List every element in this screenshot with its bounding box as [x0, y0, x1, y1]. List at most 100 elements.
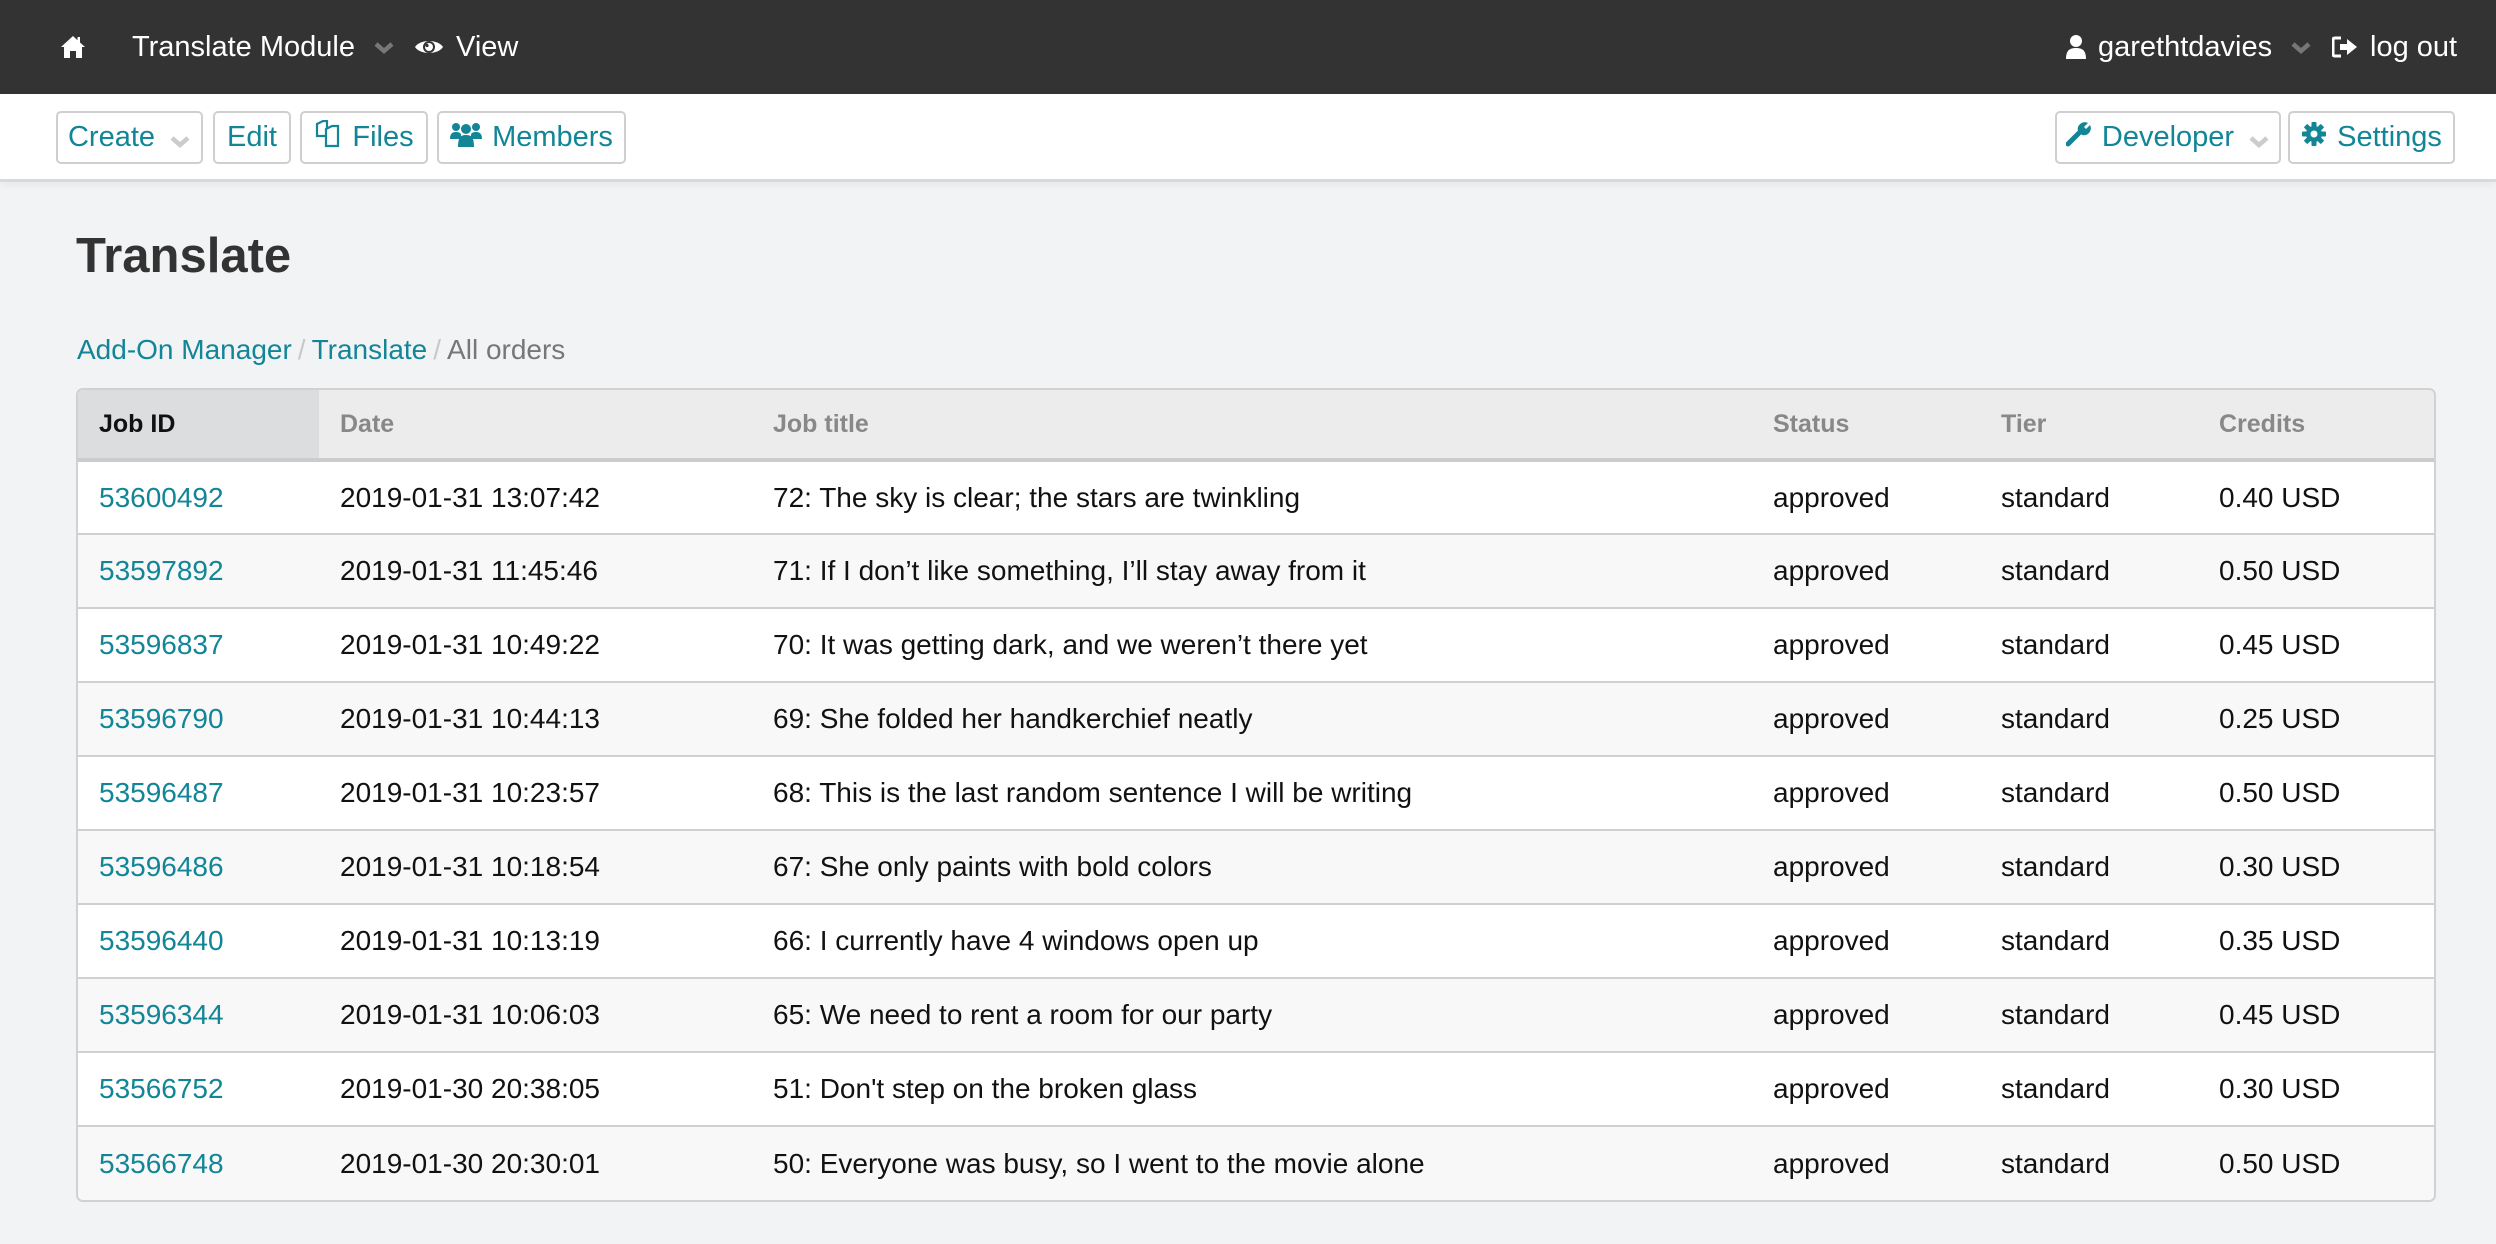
create-label: Create [67, 121, 156, 153]
credits-cell: 0.30 USD [2198, 830, 2434, 905]
job-title-cell: 71: If I don’t like something, I’ll stay… [752, 534, 1752, 609]
credits-cell: 0.45 USD [2198, 978, 2434, 1053]
table-row: 53596486 2019-01-31 10:18:54 67: She onl… [78, 830, 2434, 905]
home-button[interactable] [60, 0, 86, 94]
job-id-link[interactable]: 53566752 [99, 1073, 224, 1104]
sign-out-icon [2332, 36, 2358, 58]
breadcrumb-current: All orders [447, 334, 566, 365]
edit-label: Edit [227, 121, 277, 153]
username-label: garethtdavies [2098, 30, 2273, 63]
home-icon [60, 35, 86, 59]
job-id-cell: 53596344 [78, 978, 319, 1053]
table-row: 53596837 2019-01-31 10:49:22 70: It was … [78, 608, 2434, 683]
job-id-cell: 53600492 [78, 460, 319, 535]
members-button[interactable]: Members [437, 111, 626, 164]
column-header-date[interactable]: Date [319, 390, 752, 462]
job-id-link[interactable]: 53596344 [99, 999, 224, 1030]
edit-button[interactable]: Edit [213, 111, 291, 164]
column-header-credits[interactable]: Credits [2198, 390, 2434, 462]
tier-cell: standard [1980, 1052, 2198, 1127]
date-cell: 2019-01-30 20:38:05 [319, 1052, 752, 1127]
job-id-link[interactable]: 53596440 [99, 925, 224, 956]
table-row: 53596487 2019-01-31 10:23:57 68: This is… [78, 756, 2434, 831]
date-cell: 2019-01-31 13:07:42 [319, 460, 752, 535]
date-cell: 2019-01-31 10:06:03 [319, 978, 752, 1053]
job-title-cell: 70: It was getting dark, and we weren’t … [752, 608, 1752, 683]
chevron-down-icon [2248, 127, 2270, 149]
column-header-tier[interactable]: Tier [1980, 390, 2198, 462]
job-title-cell: 72: The sky is clear; the stars are twin… [752, 460, 1752, 535]
developer-label: Developer [2101, 121, 2235, 153]
column-header-job-title[interactable]: Job title [752, 390, 1752, 462]
status-cell: approved [1752, 608, 1980, 683]
files-label: Files [352, 121, 414, 153]
table-row: 53600492 2019-01-31 13:07:42 72: The sky… [78, 460, 2434, 535]
job-title-cell: 51: Don't step on the broken glass [752, 1052, 1752, 1127]
date-cell: 2019-01-31 10:49:22 [319, 608, 752, 683]
gear-icon [2301, 121, 2327, 155]
table-row: 53596790 2019-01-31 10:44:13 69: She fol… [78, 682, 2434, 757]
credits-cell: 0.40 USD [2198, 460, 2434, 535]
table-row: 53597892 2019-01-31 11:45:46 71: If I do… [78, 534, 2434, 609]
job-id-link[interactable]: 53600492 [99, 482, 224, 513]
job-id-link[interactable]: 53596486 [99, 851, 224, 882]
breadcrumb-addon-manager[interactable]: Add-On Manager [77, 334, 292, 365]
job-id-link[interactable]: 53566748 [99, 1148, 224, 1179]
tier-cell: standard [1980, 608, 2198, 683]
developer-button[interactable]: Developer [2055, 111, 2281, 164]
job-id-cell: 53596487 [78, 756, 319, 831]
user-menu[interactable]: garethtdavies [2066, 0, 2312, 94]
create-button[interactable]: Create [56, 111, 203, 164]
breadcrumb-translate[interactable]: Translate [312, 334, 428, 365]
tier-cell: standard [1980, 830, 2198, 905]
tier-cell: standard [1980, 534, 2198, 609]
module-menu[interactable]: Translate Module [132, 0, 395, 94]
date-cell: 2019-01-31 10:23:57 [319, 756, 752, 831]
job-id-cell: 53596486 [78, 830, 319, 905]
table-row: 53596344 2019-01-31 10:06:03 65: We need… [78, 978, 2434, 1053]
job-id-cell: 53596790 [78, 682, 319, 757]
job-title-cell: 68: This is the last random sentence I w… [752, 756, 1752, 831]
settings-button[interactable]: Settings [2288, 111, 2455, 164]
toolbar: Create Edit Files Members Developer Sett… [0, 94, 2496, 182]
module-menu-label: Translate Module [132, 30, 355, 63]
logout-label: log out [2370, 30, 2458, 63]
credits-cell: 0.25 USD [2198, 682, 2434, 757]
page-title: Translate [76, 229, 292, 283]
column-header-status[interactable]: Status [1752, 390, 1980, 462]
job-id-cell: 53566752 [78, 1052, 319, 1127]
files-button[interactable]: Files [300, 111, 428, 164]
job-id-link[interactable]: 53597892 [99, 555, 224, 586]
logout-link[interactable]: log out [2332, 0, 2457, 94]
credits-cell: 0.30 USD [2198, 1052, 2434, 1127]
chevron-down-icon [169, 127, 191, 149]
status-cell: approved [1752, 756, 1980, 831]
job-id-cell: 53596440 [78, 904, 319, 979]
top-navigation-bar: Translate Module View garethtdavies log … [0, 0, 2496, 94]
view-link[interactable]: View [414, 0, 518, 94]
credits-cell: 0.35 USD [2198, 904, 2434, 979]
job-id-cell: 53596837 [78, 608, 319, 683]
status-cell: approved [1752, 460, 1980, 535]
column-header-job-id[interactable]: Job ID [78, 390, 319, 462]
job-title-cell: 50: Everyone was busy, so I went to the … [752, 1126, 1752, 1200]
job-id-link[interactable]: 53596837 [99, 629, 224, 660]
job-id-link[interactable]: 53596790 [99, 703, 224, 734]
wrench-icon [2065, 121, 2092, 155]
users-icon [450, 121, 483, 155]
members-label: Members [492, 121, 613, 153]
tier-cell: standard [1980, 904, 2198, 979]
date-cell: 2019-01-31 10:44:13 [319, 682, 752, 757]
status-cell: approved [1752, 904, 1980, 979]
tier-cell: standard [1980, 1126, 2198, 1200]
eye-icon [414, 37, 444, 57]
tier-cell: standard [1980, 756, 2198, 831]
credits-cell: 0.45 USD [2198, 608, 2434, 683]
job-title-cell: 69: She folded her handkerchief neatly [752, 682, 1752, 757]
job-id-link[interactable]: 53596487 [99, 777, 224, 808]
files-icon [314, 119, 342, 156]
table-row: 53566752 2019-01-30 20:38:05 51: Don't s… [78, 1052, 2434, 1127]
credits-cell: 0.50 USD [2198, 534, 2434, 609]
status-cell: approved [1752, 1052, 1980, 1127]
date-cell: 2019-01-30 20:30:01 [319, 1126, 752, 1200]
